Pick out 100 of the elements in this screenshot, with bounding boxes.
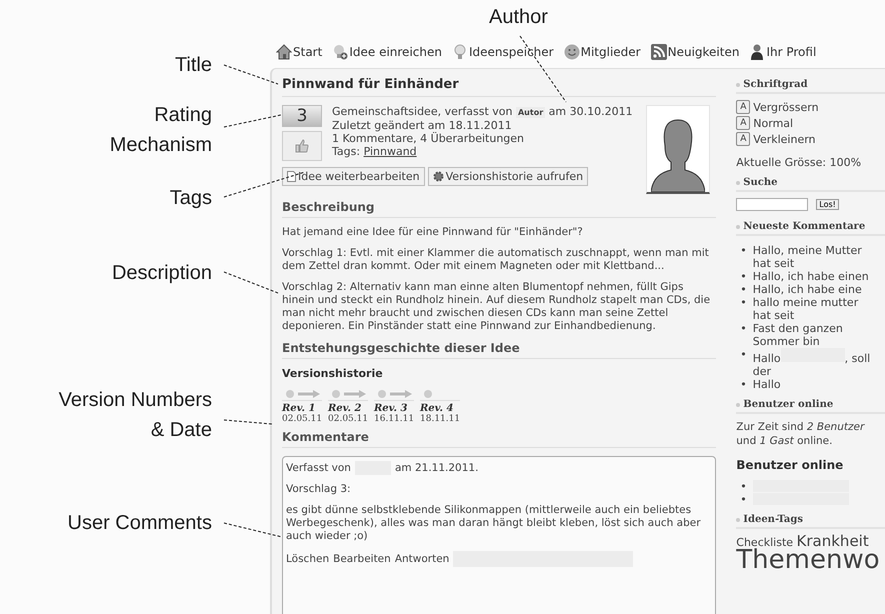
- sidebar-heading: Suche: [736, 177, 885, 192]
- arrow-icon: [390, 390, 412, 398]
- font-size-link[interactable]: Verkleinern: [753, 132, 816, 146]
- rating-count: 3: [282, 105, 322, 127]
- callout-label: User Comments: [68, 511, 212, 536]
- smiley-icon: [564, 44, 580, 60]
- idea-meta-text: 1 Kommentare, 4 Überarbeitungen: [332, 132, 526, 145]
- revision-date: 02.05.11: [328, 414, 370, 424]
- revision-dot[interactable]: [332, 390, 340, 398]
- leader-line: [224, 114, 282, 128]
- revision-date: 02.05.11: [282, 414, 324, 424]
- recent-comment-link[interactable]: Hallo, meine Mutter hat seit: [752, 244, 871, 270]
- leader-line: [224, 420, 272, 424]
- bullet: •: [740, 244, 747, 257]
- description-paragraph: Hat jemand eine Idee für eine Pinnwand für "Einhänder"?: [282, 226, 584, 239]
- revision-label: Rev. 3: [374, 403, 408, 414]
- recent-comment-link[interactable]: Hallo: [752, 378, 871, 391]
- callout-label: Rating Mechanism: [110, 103, 212, 158]
- revision-label: Rev. 2: [328, 403, 362, 414]
- nav-link[interactable]: Ihr Profil: [749, 44, 816, 60]
- sidebar-heading: Benutzer online: [736, 399, 885, 414]
- online-users-text: Zur Zeit sind 2 Benutzer und 1 Gast online.: [736, 420, 866, 448]
- section-heading: Entstehungsgeschichte dieser Idee: [282, 341, 716, 359]
- bullet: •: [740, 322, 747, 335]
- tag-link[interactable]: Pinnwand: [364, 145, 417, 158]
- callout-label: Description: [112, 261, 212, 286]
- idea-title: Pinnwand für Einhänder: [282, 75, 716, 97]
- search-button[interactable]: Los!: [816, 199, 839, 210]
- revision-dot[interactable]: [378, 390, 386, 398]
- document-icon: [287, 171, 296, 182]
- font-size-link[interactable]: Normal: [753, 116, 794, 130]
- leader-line: [224, 64, 278, 84]
- bullet: •: [740, 296, 747, 309]
- recent-comment-link[interactable]: Hallo , soll der: [752, 348, 871, 378]
- lightbulb-plus-icon: [332, 44, 348, 60]
- comment-action-link[interactable]: Antworten: [394, 552, 450, 566]
- sidebar-heading: Ideen-Tags: [736, 514, 885, 529]
- rss-icon: [650, 44, 667, 60]
- comment-action-link[interactable]: Löschen: [286, 552, 330, 566]
- callout-label: Author: [489, 5, 548, 30]
- font-size-link[interactable]: Vergrössern: [753, 100, 819, 114]
- description-paragraph: Vorschlag 2: Alternativ kann man einne alten Blumentopf nehmen, füllt Gips hinein und steckt ein Rundholz hinein. Auf diesem Rundholz stapelt man CDs, die man nicht mehr braucht und zwischen diesen CDs kann man seine Zettel deponieren. Ein Pinständer statt eine Pinnwand zur Einhandbedienung.: [282, 281, 712, 333]
- description-paragraph: Vorschlag 1: Evtl. mit einer Klammer die automatisch zuschnappt, wenn man mit dem Zettel dran kommt. Oder mit einem Magneten oder mit Klettband...: [282, 247, 710, 273]
- recent-comment-link[interactable]: hallo meine mutter hat seit: [752, 296, 871, 322]
- search-field[interactable]: [736, 198, 808, 211]
- gear-icon: [432, 171, 444, 182]
- comment-text: es gibt dünne selbstklebende Silikonmappen (mittlerweile auch ein beliebtes Werbegeschenk), alles was man daran hängt bleibt kleben, löst sich auch aber auch wieder ;o): [286, 504, 702, 543]
- subsection-heading: Versionshistorie: [282, 367, 384, 380]
- nav-link[interactable]: Idee einreichen: [332, 44, 442, 60]
- revision-date: 18.11.11: [420, 414, 462, 424]
- bullet: •: [740, 378, 747, 391]
- font-size-icon[interactable]: A: [736, 100, 750, 114]
- revision-label: Rev. 1: [282, 403, 316, 414]
- current-size-text: Aktuelle Grösse: 100%: [736, 156, 862, 169]
- bullet: •: [740, 270, 747, 283]
- online-users-heading: Benutzer online: [736, 458, 844, 472]
- idea-meta-text: Gemeinschaftsidee, verfasst von Autor am 30.10.2011: [332, 105, 634, 119]
- version-history-button[interactable]: Versionshistorie aufrufen: [428, 167, 588, 186]
- comment-text: Vorschlag 3:: [286, 483, 352, 496]
- recent-comment-link[interactable]: Hallo, ich habe einen: [752, 270, 871, 283]
- lightbulb-icon: [452, 44, 468, 60]
- tag-cloud-link[interactable]: Themenwo: [736, 548, 885, 572]
- idea-meta-text: Zuletzt geändert am 18.11.2011: [332, 119, 513, 132]
- tag-cloud-link[interactable]: Krankheit: [796, 532, 869, 550]
- comment-action-link[interactable]: Bearbeiten: [333, 552, 391, 566]
- callout-label: Version Numbers & Date: [58, 388, 212, 443]
- recent-comment-link[interactable]: Fast den ganzen Sommer bin: [752, 322, 871, 348]
- leader-line: [224, 522, 282, 538]
- recent-comment-link[interactable]: Hallo, ich habe eine: [752, 283, 871, 296]
- comment-author-text: Verfasst von: [286, 462, 351, 474]
- revision-dot[interactable]: [424, 390, 432, 398]
- like-button[interactable]: [282, 131, 322, 161]
- comment-date: am 21.11.2011.: [394, 462, 478, 474]
- edit-idea-button[interactable]: Idee weiterbearbeiten: [282, 167, 425, 186]
- nav-link[interactable]: Mitglieder: [564, 44, 641, 60]
- thumbs-up-icon: [295, 139, 309, 153]
- revision-label: Rev. 4: [420, 403, 454, 414]
- bullet: •: [740, 493, 747, 506]
- arrow-icon: [344, 390, 366, 398]
- callout-label: Tags: [170, 186, 212, 211]
- nav-link[interactable]: Start: [276, 44, 322, 60]
- revision-date: 16.11.11: [374, 414, 416, 424]
- leader-line: [224, 272, 278, 294]
- person-icon: [749, 44, 766, 60]
- callout-label: Title: [174, 53, 212, 78]
- tag-cloud-link[interactable]: Checkliste: [736, 536, 794, 549]
- house-icon: [276, 44, 292, 60]
- bullet: •: [740, 283, 747, 296]
- font-size-icon[interactable]: A: [736, 132, 750, 146]
- nav-link[interactable]: Ideenspeicher: [452, 44, 554, 60]
- section-heading: Kommentare: [282, 430, 716, 448]
- arrow-icon: [298, 390, 320, 398]
- bullet: •: [740, 480, 747, 493]
- revision-dot[interactable]: [286, 390, 294, 398]
- tags-label: Tags:: [332, 145, 360, 158]
- font-size-icon[interactable]: A: [736, 116, 750, 130]
- sidebar-heading: Neueste Kommentare: [736, 221, 885, 236]
- section-heading: Beschreibung: [282, 200, 716, 218]
- bullet: •: [740, 348, 747, 361]
- nav-link[interactable]: Neuigkeiten: [650, 44, 740, 60]
